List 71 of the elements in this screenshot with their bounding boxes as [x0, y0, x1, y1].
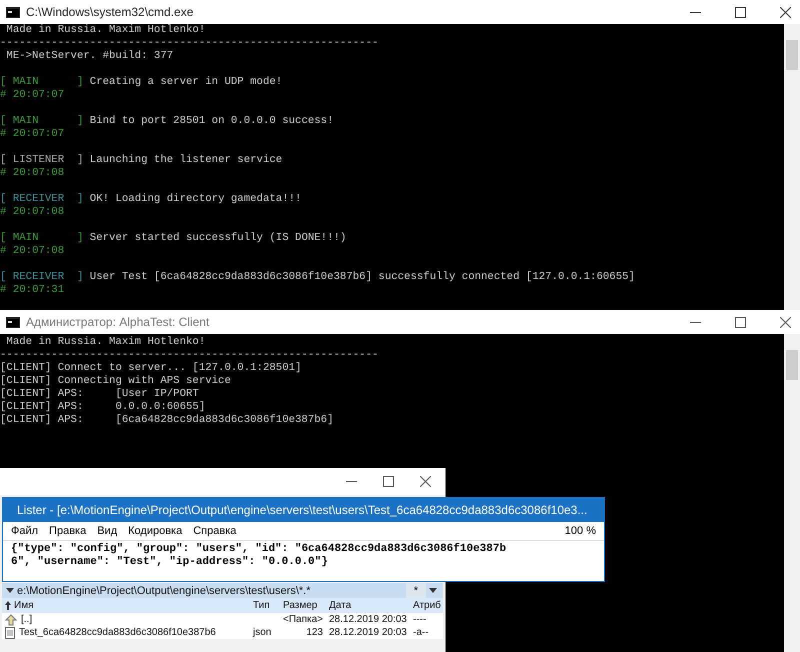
log-message: Bind to port 28501 on 0.0.0.0 success!	[90, 115, 334, 128]
maximize-icon[interactable]	[735, 316, 746, 328]
log-message: Creating a server in UDP mode!	[90, 76, 282, 89]
console-text: Made in Russia. Maxim Hotlenko!	[5, 336, 206, 349]
console-app-icon	[6, 6, 20, 18]
log-timestamp: # 20:07:07	[0, 128, 64, 141]
log-timestamp: # 20:07:08	[0, 167, 64, 180]
file-content-line: {"type": "config", "group": "users", "id": "6ca64828cc9da883d6c3086f10e387b	[11, 543, 506, 556]
console-text: Made in Russia. Maxim Hotlenko!	[5, 24, 206, 37]
log-tag: [ MAIN ]	[0, 232, 84, 245]
log-timestamp: # 20:07:31	[0, 284, 64, 297]
column-header-label: Имя	[14, 600, 34, 611]
menu-item[interactable]: Справка	[193, 525, 236, 537]
log-timestamp: # 20:07:07	[0, 89, 64, 102]
log-timestamp: # 20:07:08	[0, 206, 64, 219]
log-tag: [ RECEIVER ]	[0, 193, 84, 206]
window-title: Администратор: AlphaTest: Client	[26, 315, 210, 329]
maximize-icon[interactable]	[383, 476, 394, 487]
column-header[interactable]: Размер	[280, 600, 326, 611]
filter-button[interactable]: *	[406, 583, 426, 598]
column-header[interactable]: Дата	[326, 600, 410, 611]
log-message: Launching the listener service	[90, 154, 282, 167]
folder-up-icon	[5, 614, 17, 626]
window-title: C:\Windows\system32\cmd.exe	[26, 5, 194, 19]
file-name[interactable]: Test_6ca64828cc9da883d6c3086f10e387b6	[19, 627, 216, 638]
close-icon[interactable]	[420, 476, 431, 487]
file-content-line: 6", "username": "Test", "ip-address": "0.0.0.0"}	[11, 556, 328, 569]
zoom-level: 100 %	[564, 525, 596, 537]
log-tag: [ MAIN ]	[0, 76, 84, 89]
dropdown-icon[interactable]	[6, 588, 14, 594]
file-attributes: -a--	[412, 627, 430, 638]
console-text: ME->NetServer. #build: 377	[5, 50, 174, 63]
file-date: 28.12.2019 20:03	[328, 614, 408, 625]
console-app-icon	[6, 316, 20, 328]
dropdown-icon[interactable]	[429, 588, 437, 594]
path-text: e:\MotionEngine\Project\Output\engine\servers\test\users\*.*	[17, 584, 312, 596]
menu-item[interactable]: Правка	[49, 525, 86, 537]
console-text: [CLIENT] APS: [User IP/PORT	[0, 388, 199, 401]
menu-item[interactable]: Кодировка	[128, 525, 182, 537]
log-tag: [ LISTENER ]	[0, 154, 84, 167]
console-text: [CLIENT] APS: 0.0.0.0:60655]	[0, 401, 206, 414]
file-size: 123	[305, 627, 324, 638]
console-separator: -----------------------------------------------------------	[0, 349, 378, 362]
console-separator: -----------------------------------------------------------	[0, 37, 378, 50]
column-header[interactable]: Атриб	[410, 600, 443, 611]
file-attributes: ----	[412, 614, 428, 625]
console-text: [CLIENT] APS: [6ca64828cc9da883d6c3086f10e387b6]	[0, 414, 334, 427]
sort-arrow-icon	[5, 601, 11, 610]
menu-item[interactable]: Файл	[11, 525, 38, 537]
scrollbar[interactable]	[784, 334, 800, 652]
column-header[interactable]: Имя	[2, 600, 250, 611]
menu-item[interactable]: Вид	[97, 525, 118, 537]
log-message: OK! Loading directory gamedata!!!	[90, 193, 302, 206]
path-bar[interactable]: e:\MotionEngine\Project\Output\engine\servers\test\users\*.* *	[2, 583, 443, 598]
close-icon[interactable]	[780, 316, 791, 328]
file-date: 28.12.2019 20:03	[328, 627, 408, 638]
console-text: [CLIENT] Connecting with APS service	[0, 375, 231, 388]
column-header[interactable]: Тип	[250, 600, 280, 611]
log-message: Server started successfully (IS DONE!!!)	[90, 232, 346, 245]
maximize-icon[interactable]	[735, 6, 746, 18]
log-tag: [ MAIN ]	[0, 115, 84, 128]
file-name[interactable]: [..]	[21, 614, 32, 625]
file-size: <Папка>	[282, 614, 324, 625]
file-type: json	[252, 627, 272, 638]
console-text: [CLIENT] Connect to server... [127.0.0.1:28501]	[0, 362, 302, 375]
log-tag: [ RECEIVER ]	[0, 271, 84, 284]
window-title: Lister - [e:\MotionEngine\Project\Output\engine\servers\test\users\Test_6ca64828cc9da883d6c3086f10e3...	[17, 503, 588, 517]
close-icon[interactable]	[780, 6, 791, 18]
log-timestamp: # 20:07:08	[0, 245, 64, 258]
scrollbar[interactable]	[784, 24, 800, 310]
log-message: User Test [6ca64828cc9da883d6c3086f10e387b6] successfully connected [127.0.0.1:60655]	[90, 271, 635, 284]
